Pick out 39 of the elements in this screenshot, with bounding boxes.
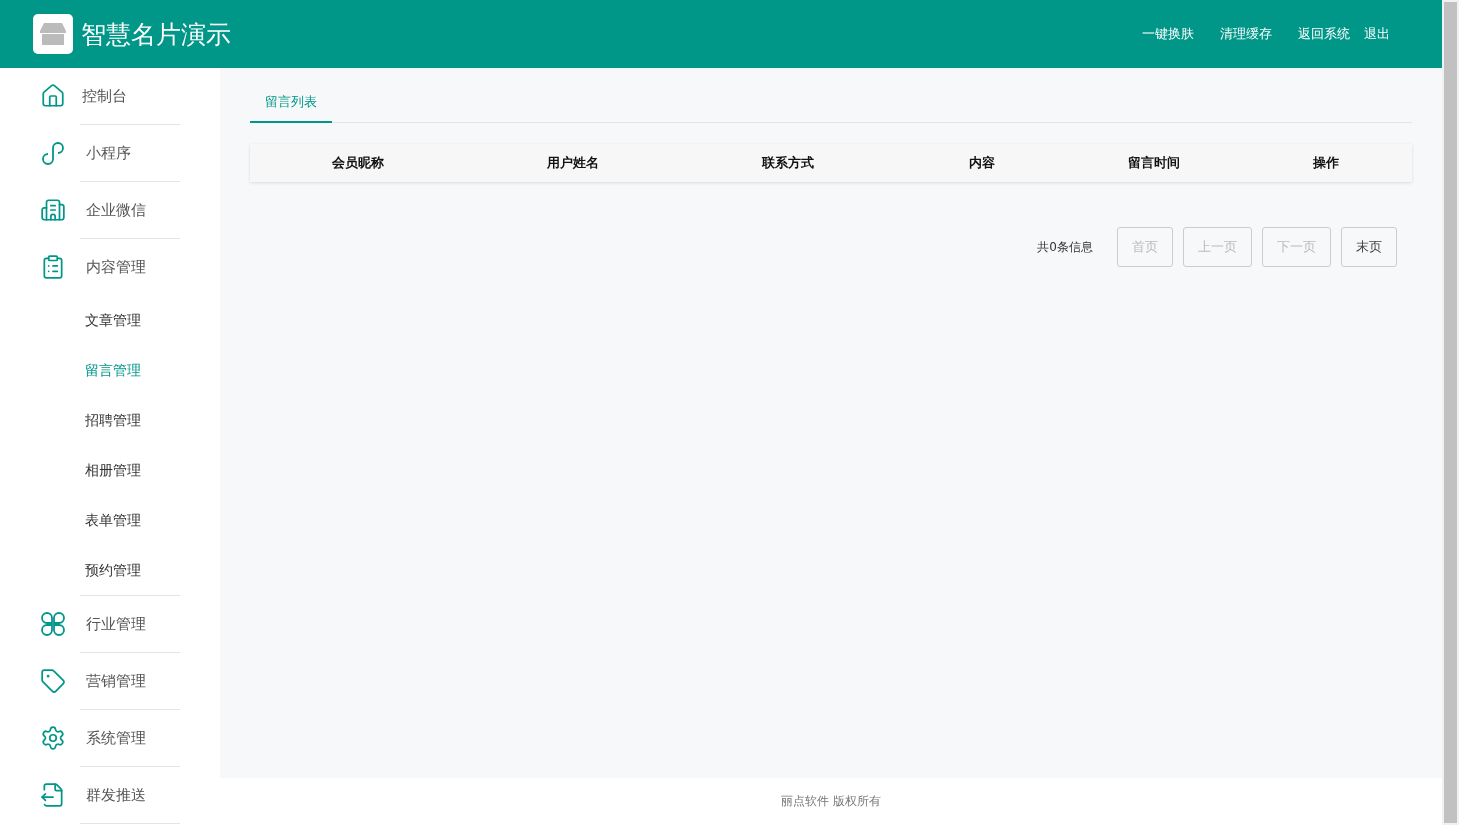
sidebar-subitem[interactable]: 表单管理 — [0, 495, 220, 545]
shop-icon — [40, 23, 66, 45]
page-button[interactable]: 末页 — [1341, 227, 1397, 267]
column-header: 留言时间 — [1126, 154, 1181, 172]
sidebar-subitem[interactable]: 留言管理 — [0, 345, 220, 395]
app-title: 智慧名片演示 — [81, 18, 231, 51]
sidebar-item[interactable]: 内容管理 — [86, 257, 146, 277]
sidebar-item[interactable]: 企业微信 — [86, 200, 146, 220]
sidebar-item[interactable]: 群发推送 — [86, 785, 146, 805]
sidebar-subitem[interactable]: 相册管理 — [0, 445, 220, 495]
header-link[interactable]: 退出 — [1364, 25, 1390, 43]
sidebar-subitem[interactable]: 文章管理 — [0, 295, 220, 345]
sidebar-subitem[interactable]: 预约管理 — [0, 545, 220, 595]
column-header: 联系方式 — [760, 154, 815, 172]
sidebar-item[interactable]: 控制台 — [82, 86, 127, 106]
sidebar-item[interactable]: 系统管理 — [86, 728, 146, 748]
sidebar-item[interactable]: 营销管理 — [86, 671, 146, 691]
settings-icon — [40, 725, 66, 751]
sidebar-item[interactable]: 小程序 — [86, 143, 131, 163]
header-link[interactable]: 返回系统 — [1298, 25, 1350, 43]
record-count: 共0条信息 — [1037, 238, 1093, 256]
loop-icon — [40, 140, 66, 166]
header-link[interactable]: 清理缓存 — [1220, 25, 1272, 43]
header-link[interactable]: 一键换肤 — [1142, 25, 1194, 43]
column-header: 内容 — [967, 154, 996, 172]
column-header: 会员昵称 — [330, 154, 385, 172]
sidebar-subitem[interactable]: 招聘管理 — [0, 395, 220, 445]
scrollbar[interactable] — [1442, 0, 1459, 825]
tab[interactable]: 留言列表 — [250, 88, 332, 123]
column-header: 用户姓名 — [545, 154, 600, 172]
column-header: 操作 — [1311, 154, 1340, 172]
clipboard-icon — [40, 254, 66, 280]
building-icon — [40, 197, 66, 223]
home-icon — [40, 83, 66, 109]
copyright-text: 丽点软件 版权所有 — [781, 793, 881, 810]
sidebar-item[interactable]: 行业管理 — [86, 614, 146, 634]
tag-icon — [40, 668, 66, 694]
clover-icon — [40, 611, 66, 637]
document-export-icon — [40, 782, 66, 808]
